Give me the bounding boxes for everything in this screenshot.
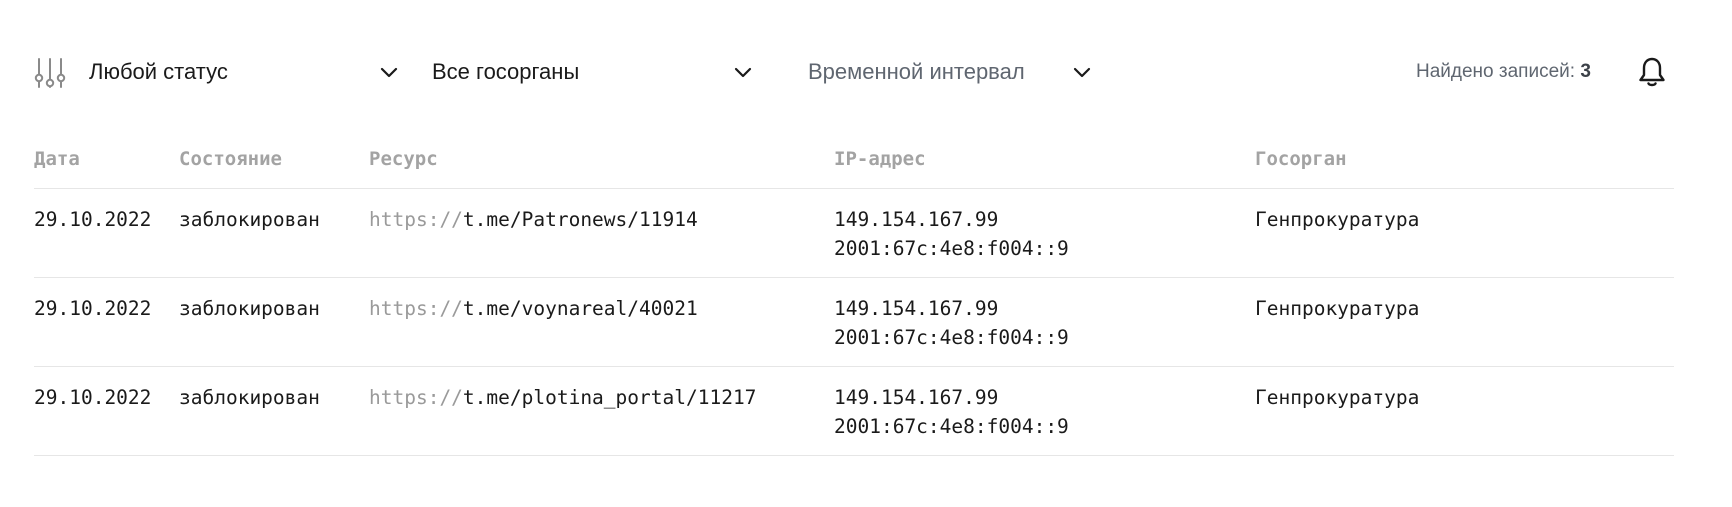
cell-resource: https://t.me/voynareal/40021 <box>369 294 698 323</box>
ipv4-address: 149.154.167.99 <box>834 386 999 409</box>
chevron-down-icon <box>1073 67 1091 78</box>
time-interval-label: Временной интервал <box>808 59 1025 84</box>
sliders-icon[interactable] <box>34 56 66 90</box>
bell-icon[interactable] <box>1637 56 1667 88</box>
cell-date: 29.10.2022 <box>34 386 152 409</box>
resource-link[interactable]: https://t.me/voynareal/40021 <box>369 297 698 320</box>
column-header-state[interactable]: Состояние <box>179 148 282 170</box>
table-row[interactable]: 29.10.2022 заблокирован https://t.me/voy… <box>34 278 1674 367</box>
resource-protocol: https:// <box>369 297 463 320</box>
org-dropdown[interactable]: Все госорганы <box>432 56 762 88</box>
table-row[interactable]: 29.10.2022 заблокирован https://t.me/plo… <box>34 367 1674 456</box>
table-row[interactable]: 29.10.2022 заблокирован https://t.me/Pat… <box>34 189 1674 278</box>
time-interval-dropdown[interactable]: Временной интервал <box>808 56 1108 88</box>
ipv6-address: 2001:67c:4e8:f004::9 <box>834 237 1069 260</box>
org-dropdown-label: Все госорганы <box>432 59 580 84</box>
column-header-date[interactable]: Дата <box>34 148 80 170</box>
records-found-count: 3 <box>1580 61 1591 82</box>
status-dropdown-label: Любой статус <box>89 59 228 84</box>
ipv6-address: 2001:67c:4e8:f004::9 <box>834 326 1069 349</box>
cell-resource: https://t.me/plotina_portal/11217 <box>369 383 756 412</box>
cell-org: Генпрокуратура <box>1255 208 1420 231</box>
resource-url: t.me/voynareal/40021 <box>462 297 698 320</box>
ipv6-address: 2001:67c:4e8:f004::9 <box>834 415 1069 438</box>
column-header-ip[interactable]: IP-адрес <box>834 148 926 170</box>
ipv4-address: 149.154.167.99 <box>834 297 999 320</box>
ipv4-address: 149.154.167.99 <box>834 208 999 231</box>
cell-date: 29.10.2022 <box>34 208 152 231</box>
resource-link[interactable]: https://t.me/Patronews/11914 <box>369 208 698 231</box>
resource-url: t.me/Patronews/11914 <box>462 208 698 231</box>
cell-resource: https://t.me/Patronews/11914 <box>369 205 698 234</box>
column-header-org[interactable]: Госорган <box>1255 148 1347 170</box>
resource-url: t.me/plotina_portal/11217 <box>462 386 757 409</box>
filter-toolbar: Любой статус Все госорганы Временной инт… <box>34 44 1674 100</box>
records-found: Найдено записей: 3 <box>1416 61 1591 83</box>
status-dropdown[interactable]: Любой статус <box>89 56 398 88</box>
cell-ip: 149.154.167.99 2001:67c:4e8:f004::9 <box>834 294 1069 352</box>
cell-ip: 149.154.167.99 2001:67c:4e8:f004::9 <box>834 205 1069 263</box>
cell-state: заблокирован <box>179 297 320 320</box>
chevron-down-icon <box>380 67 398 78</box>
cell-state: заблокирован <box>179 386 320 409</box>
cell-org: Генпрокуратура <box>1255 386 1420 409</box>
cell-date: 29.10.2022 <box>34 297 152 320</box>
cell-ip: 149.154.167.99 2001:67c:4e8:f004::9 <box>834 383 1069 441</box>
column-header-resource[interactable]: Ресурс <box>369 148 438 170</box>
resource-protocol: https:// <box>369 386 463 409</box>
chevron-down-icon <box>734 67 752 78</box>
table-header: Дата Состояние Ресурс IP-адрес Госорган <box>34 140 1674 189</box>
cell-org: Генпрокуратура <box>1255 297 1420 320</box>
cell-state: заблокирован <box>179 208 320 231</box>
resource-protocol: https:// <box>369 208 463 231</box>
records-table: Дата Состояние Ресурс IP-адрес Госорган … <box>34 140 1674 456</box>
resource-link[interactable]: https://t.me/plotina_portal/11217 <box>369 386 756 409</box>
records-found-label: Найдено записей: <box>1416 61 1576 82</box>
